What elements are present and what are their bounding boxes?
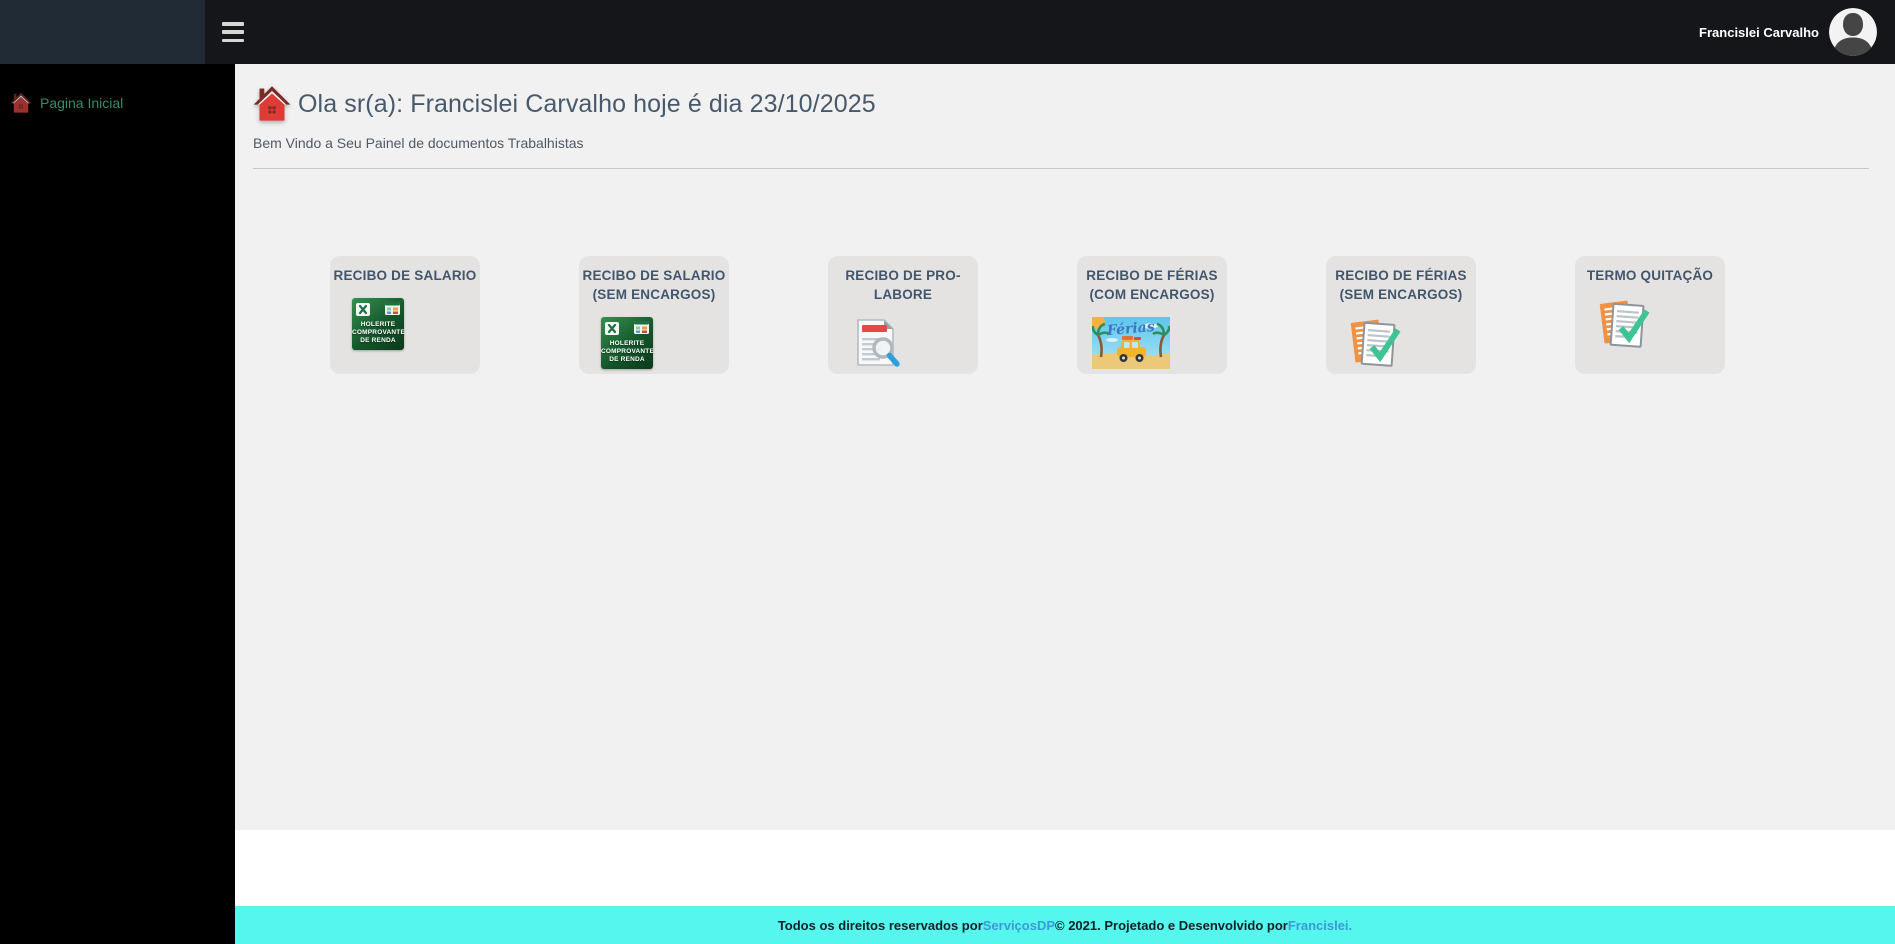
servicosdp-link[interactable]: ServiçosDP (983, 918, 1055, 933)
card-title-line: (SEM ENCARGOS) (1339, 287, 1463, 302)
card-recibo-pro-labore[interactable]: RECIBO DE PRO- LABORE (828, 256, 978, 374)
card-recibo-ferias-com-encargos[interactable]: RECIBO DE FÉRIAS (COM ENCARGOS) Férias (1077, 256, 1227, 374)
ferias-beach-icon: Férias (1091, 315, 1227, 374)
document-check-icon (1597, 298, 1725, 355)
holerite-icon: HOLERITE COMPROVANTE DE RENDA (352, 298, 405, 350)
francislei-link[interactable]: Francislei. (1288, 918, 1352, 933)
hamburger-menu-icon[interactable] (222, 22, 246, 42)
bottom-spacer (235, 830, 1895, 906)
card-title-line: (COM ENCARGOS) (1089, 287, 1215, 302)
avatar[interactable] (1829, 8, 1877, 56)
header-divider (253, 168, 1869, 169)
document-search-icon (854, 317, 978, 373)
topbar: Francislei Carvalho (0, 0, 1895, 64)
holerite-icon: HOLERITE COMPROVANTE DE RENDA (601, 317, 654, 369)
card-title-line: RECIBO DE FÉRIAS (1086, 268, 1218, 283)
card-title-line: TERMO QUITAÇÃO (1586, 268, 1714, 283)
holerite-text-line: HOLERITE (360, 321, 396, 328)
card-title-line: LABORE (873, 287, 933, 302)
holerite-text-line: DE RENDA (609, 356, 645, 363)
card-recibo-salario[interactable]: RECIBO DE SALARIO HOLERITE COMPROVANTE D… (330, 256, 480, 374)
holerite-text-line: COMPROVANTE (352, 329, 405, 336)
sidebar-item-label: Pagina Inicial (40, 95, 124, 111)
home-icon (10, 92, 32, 114)
cards-row: RECIBO DE SALARIO HOLERITE COMPROVANTE D… (235, 256, 1895, 374)
home-icon (253, 85, 291, 123)
card-title-line: RECIBO DE FÉRIAS (1335, 268, 1467, 283)
page-title: Ola sr(a): Francislei Carvalho hoje é di… (298, 89, 876, 118)
user-menu[interactable]: Francislei Carvalho (1699, 8, 1877, 56)
page-subtitle: Bem Vindo a Seu Painel de documentos Tra… (253, 135, 584, 151)
main-area: Ola sr(a): Francislei Carvalho hoje é di… (235, 64, 1895, 944)
footer-text: Todos os direitos reservados por (777, 917, 983, 933)
document-check-icon (1348, 317, 1476, 374)
sidebar: Pagina Inicial (0, 64, 235, 944)
card-recibo-salario-sem-encargos[interactable]: RECIBO DE SALARIO (SEM ENCARGOS) HOLERIT… (579, 256, 729, 374)
card-termo-quitacao[interactable]: TERMO QUITAÇÃO (1575, 256, 1725, 374)
brand-block (0, 0, 205, 64)
content: Ola sr(a): Francislei Carvalho hoje é di… (235, 64, 1895, 830)
sidebar-item-pagina-inicial[interactable]: Pagina Inicial (10, 92, 235, 114)
card-recibo-ferias-sem-encargos[interactable]: RECIBO DE FÉRIAS (SEM ENCARGOS) (1326, 256, 1476, 374)
footer: Todos os direitos reservados por Serviço… (235, 906, 1895, 944)
footer-text: © 2021. Projetado e Desenvolvido por (1055, 917, 1288, 933)
card-title-line: RECIBO DE PRO- (845, 268, 961, 283)
card-title-line: RECIBO DE SALARIO (333, 268, 477, 283)
card-title-line: (SEM ENCARGOS) (592, 287, 716, 302)
page-header: Ola sr(a): Francislei Carvalho hoje é di… (235, 64, 1895, 151)
holerite-text-line: COMPROVANTE (601, 348, 654, 355)
user-name: Francislei Carvalho (1699, 24, 1819, 40)
holerite-text-line: HOLERITE (609, 340, 645, 347)
card-title-line: RECIBO DE SALARIO (582, 268, 726, 283)
holerite-text-line: DE RENDA (360, 337, 396, 344)
